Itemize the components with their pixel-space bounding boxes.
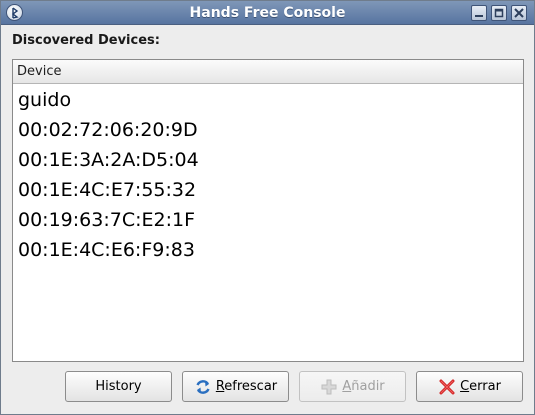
close-button-label: Cerrar bbox=[460, 379, 501, 394]
refresh-button[interactable]: Refrescar bbox=[182, 371, 289, 402]
app-window: Hands Free Console Discovered Devices: D… bbox=[0, 0, 535, 415]
list-item[interactable]: guido bbox=[13, 85, 523, 115]
close-button[interactable]: Cerrar bbox=[416, 371, 523, 402]
device-rows: guido 00:02:72:06:20:9D 00:1E:3A:2A:D5:0… bbox=[13, 85, 523, 265]
history-button[interactable]: History bbox=[65, 371, 172, 402]
plus-icon bbox=[320, 378, 338, 396]
minimize-icon bbox=[475, 15, 483, 17]
column-header-device[interactable]: Device bbox=[13, 60, 523, 84]
add-button-label: Añadir bbox=[342, 379, 384, 394]
add-button[interactable]: Añadir bbox=[299, 371, 406, 402]
list-item[interactable]: 00:19:63:7C:E2:1F bbox=[13, 205, 523, 235]
list-item[interactable]: 00:1E:3A:2A:D5:04 bbox=[13, 145, 523, 175]
close-icon bbox=[514, 8, 524, 18]
close-label-rest: errar bbox=[469, 379, 501, 394]
list-item[interactable]: 00:1E:4C:E7:55:32 bbox=[13, 175, 523, 205]
close-x-icon bbox=[438, 378, 456, 396]
close-window-button[interactable] bbox=[511, 5, 527, 21]
close-mnemonic: C bbox=[460, 379, 470, 394]
refresh-button-label: Refrescar bbox=[216, 379, 277, 394]
refresh-mnemonic: R bbox=[215, 379, 225, 394]
list-item[interactable]: 00:02:72:06:20:9D bbox=[13, 115, 523, 145]
history-button-label: History bbox=[95, 379, 142, 394]
maximize-button[interactable] bbox=[491, 5, 507, 21]
minimize-button[interactable] bbox=[471, 5, 487, 21]
device-list[interactable]: Device guido 00:02:72:06:20:9D 00:1E:3A:… bbox=[12, 59, 524, 362]
add-mnemonic: A bbox=[342, 379, 352, 394]
maximize-icon bbox=[494, 8, 504, 18]
refresh-icon bbox=[194, 378, 212, 396]
discovered-devices-heading: Discovered Devices: bbox=[12, 33, 160, 48]
refresh-label-rest: efrescar bbox=[224, 379, 278, 394]
title-bar[interactable]: Hands Free Console bbox=[1, 1, 534, 25]
list-item[interactable]: 00:1E:4C:E6:F9:83 bbox=[13, 235, 523, 265]
add-label-rest: ñadir bbox=[351, 379, 385, 394]
column-header-label: Device bbox=[17, 64, 62, 79]
window-title: Hands Free Console bbox=[189, 5, 346, 21]
